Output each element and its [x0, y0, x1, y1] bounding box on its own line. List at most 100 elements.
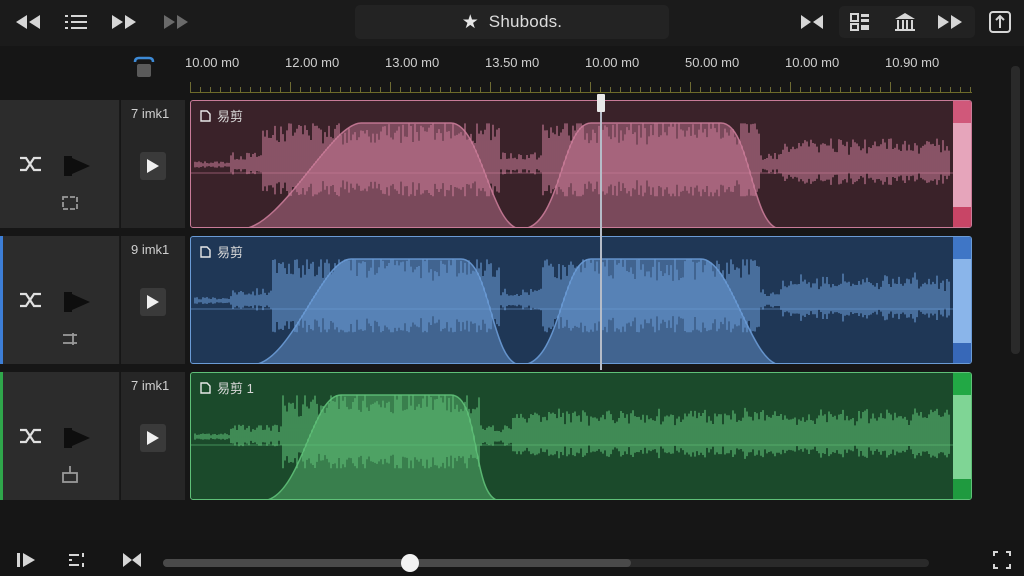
ruler-tick	[800, 87, 801, 92]
track-2: 9 imk1 易剪	[0, 236, 1010, 364]
speaker-icon[interactable]	[62, 422, 92, 454]
skip-forward-icon[interactable]	[160, 8, 192, 36]
ruler-tick	[260, 87, 261, 92]
track-1-side-meter[interactable]	[953, 101, 971, 227]
track-2-play-button[interactable]	[140, 288, 166, 316]
ruler-tick	[660, 87, 661, 92]
shuffle-icon[interactable]	[18, 154, 44, 174]
project-title-box[interactable]: ★ Shubods.	[355, 5, 669, 39]
track-2-header[interactable]	[0, 236, 120, 364]
ruler-tick	[920, 87, 921, 92]
ruler-tick	[670, 87, 671, 92]
ruler-tick	[280, 87, 281, 92]
ruler-tick	[430, 87, 431, 92]
ruler-tick	[350, 87, 351, 92]
ruler-tick	[460, 87, 461, 92]
playhead-line[interactable]	[600, 96, 602, 370]
playhead-handle[interactable]	[597, 94, 605, 112]
clip-label: 易剪	[199, 242, 243, 261]
speaker-icon[interactable]	[62, 286, 92, 318]
ruler-tick	[700, 87, 701, 92]
ruler-tick	[560, 87, 561, 92]
bottom-toolbar	[0, 540, 1024, 576]
track-3-side-meter[interactable]	[953, 373, 971, 499]
timeline-scroll-thumb[interactable]	[401, 554, 419, 572]
shuffle-icon[interactable]	[18, 290, 44, 310]
input-monitor-icon[interactable]	[60, 194, 80, 212]
ruler-tick	[550, 87, 551, 92]
ruler-tick	[890, 82, 891, 92]
input-monitor-icon[interactable]	[60, 464, 80, 484]
grid-icon[interactable]	[844, 8, 876, 36]
vertical-scrollbar[interactable]	[1011, 66, 1020, 354]
bank-icon[interactable]	[889, 8, 921, 36]
ruler-tick	[970, 87, 971, 92]
ruler-tick	[950, 87, 951, 92]
ruler-tick	[900, 87, 901, 92]
track-1-header[interactable]	[0, 100, 120, 228]
ruler-tick	[750, 87, 751, 92]
mixer-icon[interactable]	[62, 546, 94, 574]
clip-name: 易剪	[217, 109, 244, 124]
ruler-tick	[250, 87, 251, 92]
ruler-tick	[690, 82, 691, 92]
track-3-header[interactable]	[0, 372, 120, 500]
play-icon	[147, 295, 159, 309]
ruler-tick	[760, 87, 761, 92]
waveform	[191, 394, 955, 499]
forward-icon[interactable]	[934, 8, 966, 36]
track-number: 7 imk1	[131, 106, 170, 121]
track-number: 9 imk1	[131, 242, 170, 257]
timeline-scroll-fill	[163, 559, 631, 567]
list-icon[interactable]	[60, 8, 92, 36]
ruler-tick	[320, 87, 321, 92]
ruler-tick	[860, 87, 861, 92]
waveform	[191, 122, 955, 227]
share-icon[interactable]	[984, 8, 1016, 36]
track-1: 7 imk1 易剪	[0, 100, 1010, 228]
speaker-icon[interactable]	[62, 150, 92, 182]
ruler-label: 13.00 m0	[385, 55, 440, 70]
bow-tie-icon[interactable]	[116, 546, 148, 574]
play-pause-icon[interactable]	[10, 546, 42, 574]
track-2-clip[interactable]: 易剪	[190, 236, 972, 364]
ruler-tick	[310, 87, 311, 92]
track-3-play-button[interactable]	[140, 424, 166, 452]
track-1-clip[interactable]: 易剪	[190, 100, 972, 228]
shuffle-icon[interactable]	[18, 426, 44, 446]
ruler-tick	[450, 87, 451, 92]
ruler-tick	[620, 87, 621, 92]
ruler-tick	[420, 87, 421, 92]
expand-icon[interactable]	[986, 546, 1018, 574]
ruler-tick	[870, 87, 871, 92]
split-icon[interactable]	[796, 8, 828, 36]
ruler-tick	[720, 87, 721, 92]
ruler-tick	[960, 87, 961, 92]
waveform	[191, 258, 955, 363]
ruler-tick	[810, 87, 811, 92]
rewind-icon[interactable]	[12, 8, 44, 36]
ruler-tick	[480, 87, 481, 92]
clip-name: 易剪	[217, 245, 244, 260]
project-title: Shubods.	[488, 12, 563, 31]
ruler-tick	[600, 87, 601, 92]
ruler-tick	[520, 87, 521, 92]
ruler-tick	[330, 87, 331, 92]
ruler-tick	[610, 87, 611, 92]
track-2-side-meter[interactable]	[953, 237, 971, 363]
fast-forward-icon[interactable]	[108, 8, 140, 36]
play-icon	[147, 159, 159, 173]
ruler-tick	[850, 87, 851, 92]
ruler-tick	[880, 87, 881, 92]
ruler-tick	[540, 87, 541, 92]
input-monitor-icon[interactable]	[60, 330, 80, 348]
ruler-label: 10.00 m0	[585, 55, 640, 70]
top-toolbar: ★ Shubods.	[0, 0, 1024, 46]
audio-file-icon	[200, 381, 211, 394]
ruler-tick	[530, 87, 531, 92]
ruler-tick	[680, 87, 681, 92]
track-1-play-button[interactable]	[140, 152, 166, 180]
ruler-tick	[830, 87, 831, 92]
locator-icon[interactable]	[133, 56, 155, 80]
track-3-clip[interactable]: 易剪 1	[190, 372, 972, 500]
